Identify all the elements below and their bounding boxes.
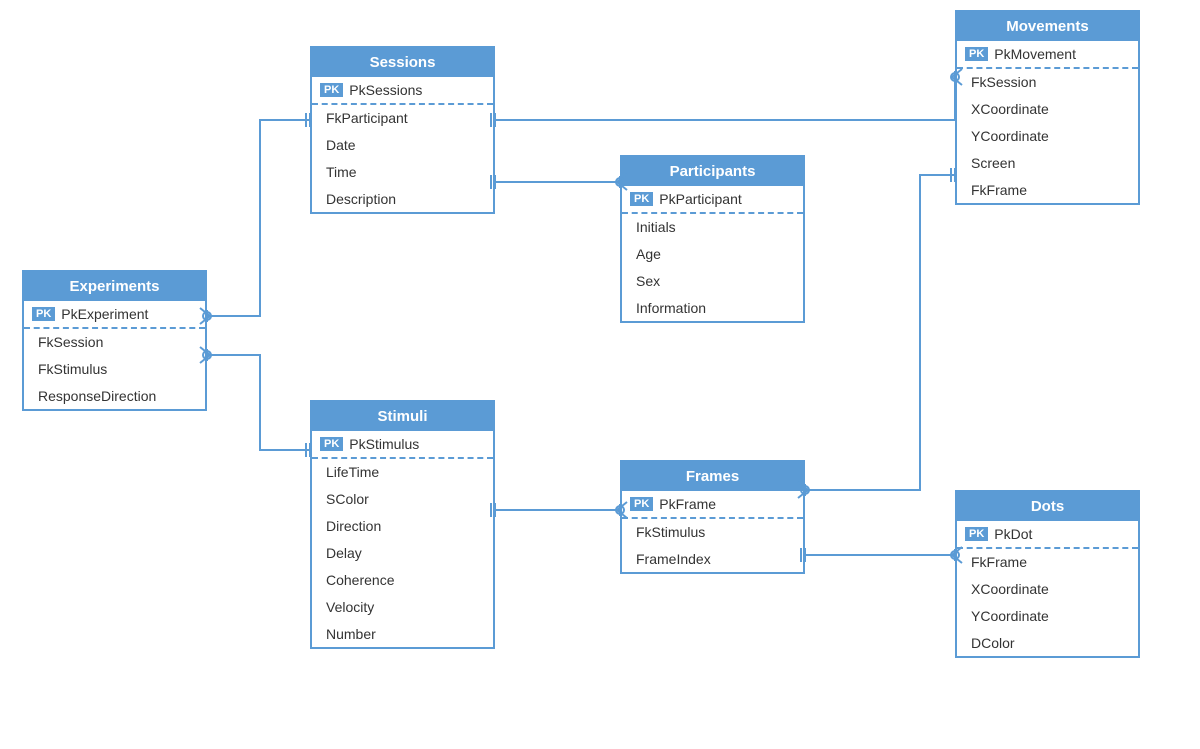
pk-badge-frames: PK <box>630 497 653 511</box>
conn-exp-stimuli <box>200 347 310 457</box>
field-xcoordinate-dot: XCoordinate <box>957 576 1138 603</box>
entity-frames: Frames PK PkFrame FkStimulus FrameIndex <box>620 460 805 574</box>
field-ycoordinate-mov: YCoordinate <box>957 123 1138 150</box>
entity-participants: Participants PK PkParticipant Initials A… <box>620 155 805 323</box>
entity-experiments: Experiments PK PkExperiment FkSession Fk… <box>22 270 207 411</box>
field-fkstimulus-exp: FkStimulus <box>24 356 205 383</box>
field-pkexperiment: PkExperiment <box>61 306 148 322</box>
field-fkframe-mov: FkFrame <box>957 177 1138 203</box>
field-description: Description <box>312 186 493 212</box>
field-pkparticipant: PkParticipant <box>659 191 741 207</box>
field-pkframe: PkFrame <box>659 496 716 512</box>
conn-sessions-movements <box>491 69 962 127</box>
field-screen: Screen <box>957 150 1138 177</box>
field-delay: Delay <box>312 540 493 567</box>
field-fkstimulus-frame: FkStimulus <box>622 519 803 546</box>
field-age: Age <box>622 241 803 268</box>
field-xcoordinate-mov: XCoordinate <box>957 96 1138 123</box>
field-fksession-exp: FkSession <box>24 329 205 356</box>
field-initials: Initials <box>622 214 803 241</box>
conn-frames-dots <box>801 547 962 563</box>
entity-dots-title: Dots <box>957 492 1138 521</box>
field-responsedirection: ResponseDirection <box>24 383 205 409</box>
pk-badge-movements: PK <box>965 47 988 61</box>
pk-badge-experiments: PK <box>32 307 55 321</box>
entity-stimuli-title: Stimuli <box>312 402 493 431</box>
field-sex: Sex <box>622 268 803 295</box>
field-time: Time <box>312 159 493 186</box>
field-fkparticipant-sess: FkParticipant <box>312 105 493 132</box>
entity-movements-title: Movements <box>957 12 1138 41</box>
entity-dots: Dots PK PkDot FkFrame XCoordinate YCoord… <box>955 490 1140 658</box>
conn-sessions-participants <box>491 174 627 190</box>
conn-exp-sessions <box>200 113 310 324</box>
field-pksessions: PkSessions <box>349 82 422 98</box>
pk-badge-dots: PK <box>965 527 988 541</box>
field-fkframe-dot: FkFrame <box>957 549 1138 576</box>
field-pkmovement: PkMovement <box>994 46 1076 62</box>
conn-stimuli-frames <box>491 502 627 518</box>
field-scolor: SColor <box>312 486 493 513</box>
conn-frames-movements <box>798 168 955 498</box>
field-number: Number <box>312 621 493 647</box>
field-ycoordinate-dot: YCoordinate <box>957 603 1138 630</box>
field-fksession-mov: FkSession <box>957 69 1138 96</box>
entity-participants-title: Participants <box>622 157 803 186</box>
field-pkdot: PkDot <box>994 526 1032 542</box>
field-dcolor: DColor <box>957 630 1138 656</box>
field-lifetime: LifeTime <box>312 459 493 486</box>
field-information: Information <box>622 295 803 321</box>
field-velocity: Velocity <box>312 594 493 621</box>
entity-sessions-title: Sessions <box>312 48 493 77</box>
field-frameindex: FrameIndex <box>622 546 803 572</box>
pk-badge-sessions: PK <box>320 83 343 97</box>
pk-badge-participants: PK <box>630 192 653 206</box>
pk-badge-stimuli: PK <box>320 437 343 451</box>
entity-sessions: Sessions PK PkSessions FkParticipant Dat… <box>310 46 495 214</box>
erd-diagram: Experiments PK PkExperiment FkSession Fk… <box>0 0 1200 749</box>
entity-experiments-title: Experiments <box>24 272 205 301</box>
field-pkstimulus: PkStimulus <box>349 436 419 452</box>
field-direction: Direction <box>312 513 493 540</box>
field-date: Date <box>312 132 493 159</box>
field-coherence: Coherence <box>312 567 493 594</box>
entity-stimuli: Stimuli PK PkStimulus LifeTime SColor Di… <box>310 400 495 649</box>
entity-movements: Movements PK PkMovement FkSession XCoord… <box>955 10 1140 205</box>
entity-frames-title: Frames <box>622 462 803 491</box>
